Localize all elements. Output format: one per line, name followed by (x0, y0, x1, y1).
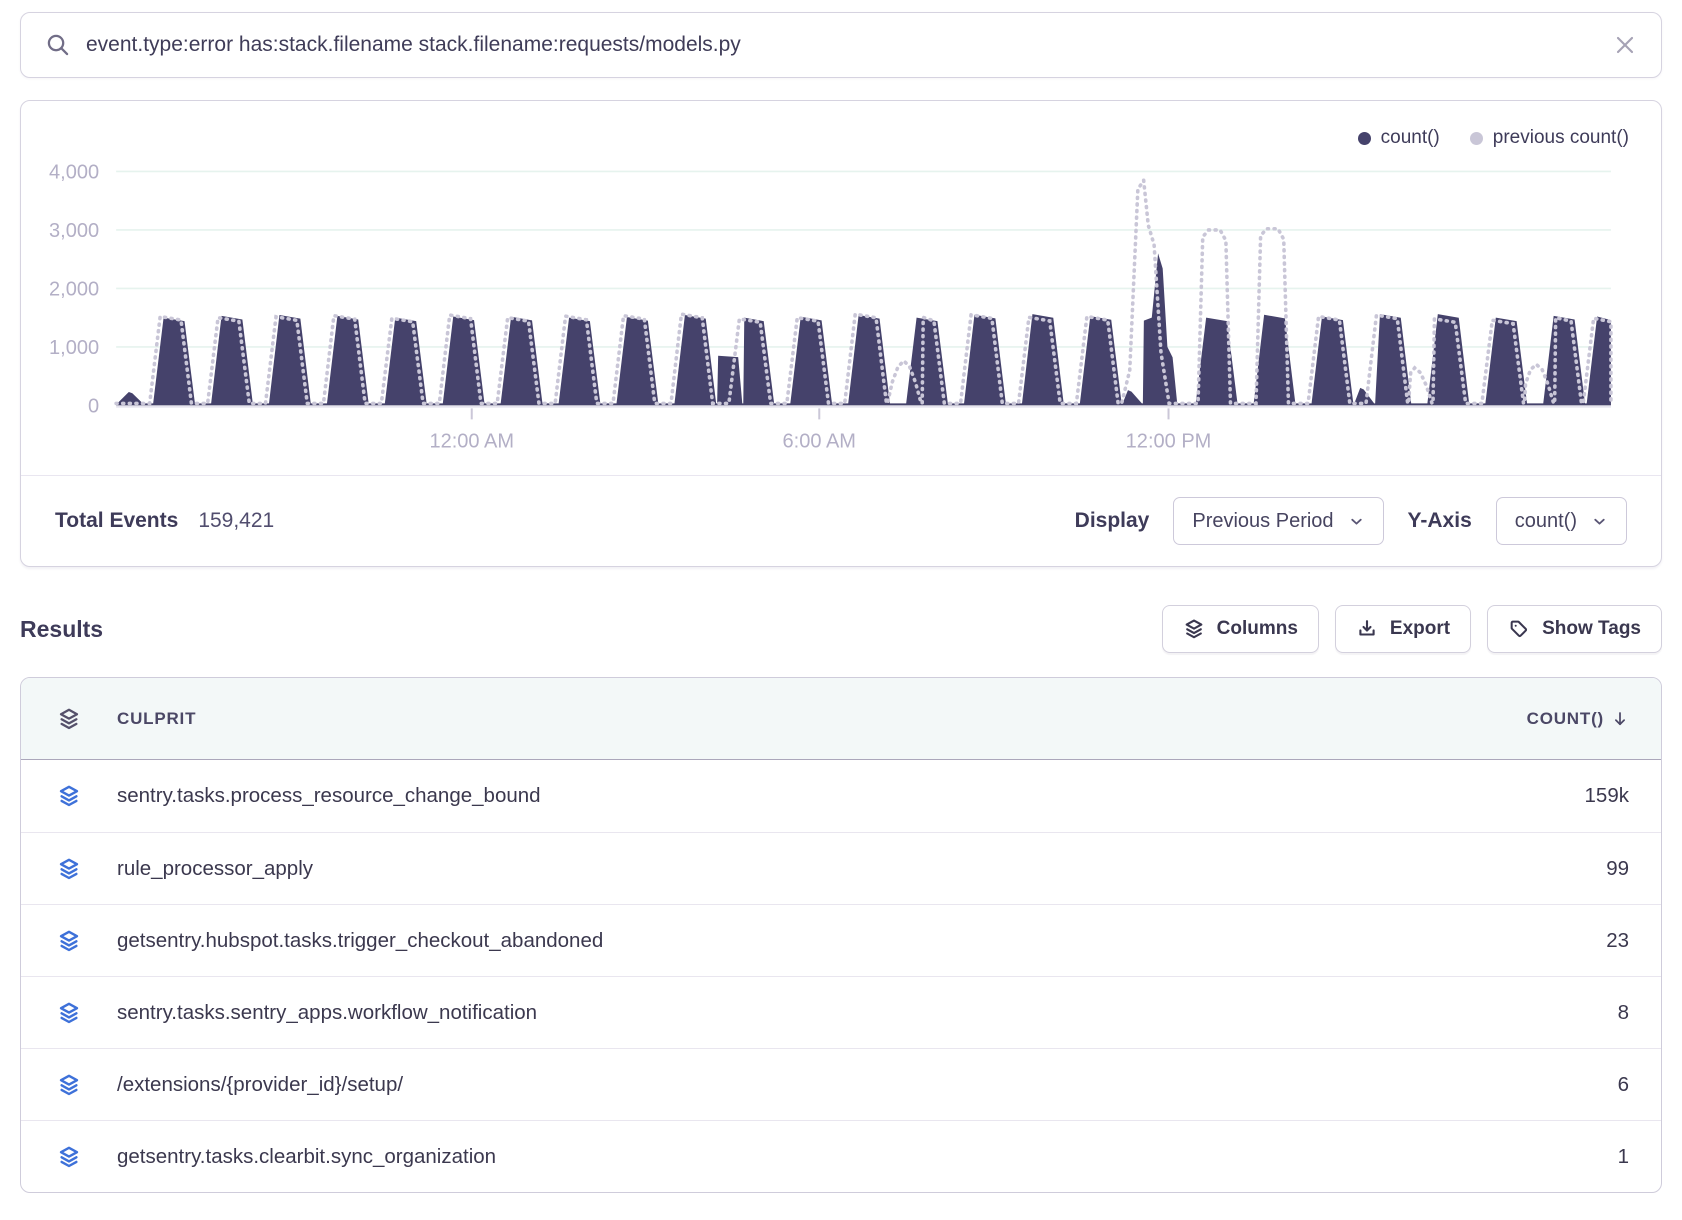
previous-count-dot-icon (1470, 132, 1483, 145)
results-actions: Columns Export Show Tags (1162, 605, 1662, 653)
results-table: CULPRIT COUNT() sentry.tasks.process_res… (20, 677, 1662, 1193)
total-events-label: Total Events (55, 509, 178, 533)
count-cell: 1 (1618, 1145, 1629, 1169)
stack-icon[interactable] (57, 784, 81, 808)
events-chart-panel: count() previous count() 0 1,000 2,000 3,00… (20, 100, 1662, 567)
results-heading: Results (20, 616, 103, 643)
count-header-label: COUNT() (1527, 709, 1604, 729)
svg-text:1,000: 1,000 (49, 337, 99, 359)
chart-footer: Total Events 159,421 Display Previous Pe… (21, 475, 1661, 566)
search-icon (45, 32, 71, 58)
chart-legend: count() previous count() (1358, 127, 1629, 149)
display-select-value: Previous Period (1192, 510, 1333, 533)
stack-icon[interactable] (57, 857, 81, 881)
svg-text:0: 0 (88, 395, 99, 417)
stack-icon[interactable] (57, 1145, 81, 1169)
sort-desc-arrow-icon (1611, 710, 1629, 728)
count-dot-icon (1358, 132, 1371, 145)
count-cell: 6 (1618, 1073, 1629, 1097)
export-button[interactable]: Export (1335, 605, 1471, 653)
column-header-culprit[interactable]: CULPRIT (117, 709, 1527, 729)
display-label: Display (1075, 509, 1150, 533)
close-icon[interactable] (1613, 33, 1637, 57)
legend-item-previous-count[interactable]: previous count() (1470, 127, 1629, 149)
svg-text:6:00 AM: 6:00 AM (783, 430, 856, 452)
stack-icon[interactable] (57, 1073, 81, 1097)
table-row: /extensions/{provider_id}/setup/6 (21, 1048, 1661, 1120)
count-cell: 23 (1606, 929, 1629, 953)
download-icon (1356, 618, 1378, 640)
discover-page: count() previous count() 0 1,000 2,000 3,00… (0, 0, 1682, 1193)
legend-label: previous count() (1493, 127, 1629, 149)
stack-icon[interactable] (57, 929, 81, 953)
culprit-cell: sentry.tasks.process_resource_change_bou… (117, 784, 1585, 808)
svg-text:3,000: 3,000 (49, 220, 99, 242)
search-input[interactable] (86, 33, 1598, 57)
stack-icon[interactable] (57, 1001, 81, 1025)
svg-text:12:00 AM: 12:00 AM (429, 430, 514, 452)
culprit-cell: getsentry.tasks.clearbit.sync_organizati… (117, 1145, 1618, 1169)
show-tags-button[interactable]: Show Tags (1487, 605, 1662, 653)
export-button-label: Export (1390, 618, 1450, 640)
count-cell: 159k (1585, 784, 1629, 808)
tag-icon (1508, 618, 1530, 640)
columns-button[interactable]: Columns (1162, 605, 1319, 653)
columns-button-label: Columns (1217, 618, 1298, 640)
table-row: getsentry.tasks.clearbit.sync_organizati… (21, 1120, 1661, 1192)
legend-item-count[interactable]: count() (1358, 127, 1440, 149)
culprit-cell: rule_processor_apply (117, 857, 1606, 881)
count-series (116, 253, 1611, 405)
display-select[interactable]: Previous Period (1173, 497, 1383, 545)
table-header: CULPRIT COUNT() (21, 678, 1661, 760)
results-header-row: Results Columns Export (20, 605, 1662, 653)
yaxis-label: Y-Axis (1408, 509, 1472, 533)
total-events: Total Events 159,421 (55, 509, 274, 533)
show-tags-button-label: Show Tags (1542, 618, 1641, 640)
table-row: sentry.tasks.process_resource_change_bou… (21, 760, 1661, 832)
stack-icon (57, 707, 81, 731)
chevron-down-icon (1348, 513, 1365, 530)
svg-text:4,000: 4,000 (49, 161, 99, 183)
layers-icon (1183, 618, 1205, 640)
table-row: sentry.tasks.sentry_apps.workflow_notifi… (21, 976, 1661, 1048)
svg-text:12:00 PM: 12:00 PM (1126, 430, 1212, 452)
count-cell: 99 (1606, 857, 1629, 881)
chevron-down-icon (1591, 513, 1608, 530)
total-events-value: 159,421 (198, 509, 274, 533)
culprit-cell: getsentry.hubspot.tasks.trigger_checkout… (117, 929, 1606, 953)
chart-controls: Display Previous Period Y-Axis count() (1075, 497, 1627, 545)
yaxis-select[interactable]: count() (1496, 497, 1627, 545)
culprit-cell: /extensions/{provider_id}/setup/ (117, 1073, 1618, 1097)
table-row: rule_processor_apply99 (21, 832, 1661, 904)
count-cell: 8 (1618, 1001, 1629, 1025)
column-header-count[interactable]: COUNT() (1527, 709, 1629, 729)
legend-label: count() (1381, 127, 1440, 149)
culprit-cell: sentry.tasks.sentry_apps.workflow_notifi… (117, 1001, 1618, 1025)
results-table-body: sentry.tasks.process_resource_change_bou… (21, 760, 1661, 1192)
table-row: getsentry.hubspot.tasks.trigger_checkout… (21, 904, 1661, 976)
search-bar (20, 12, 1662, 78)
events-chart: 0 1,000 2,000 3,000 4,000 12:00 AM 6:00 AM 12:0… (21, 101, 1661, 475)
svg-text:2,000: 2,000 (49, 278, 99, 300)
yaxis-select-value: count() (1515, 510, 1577, 533)
